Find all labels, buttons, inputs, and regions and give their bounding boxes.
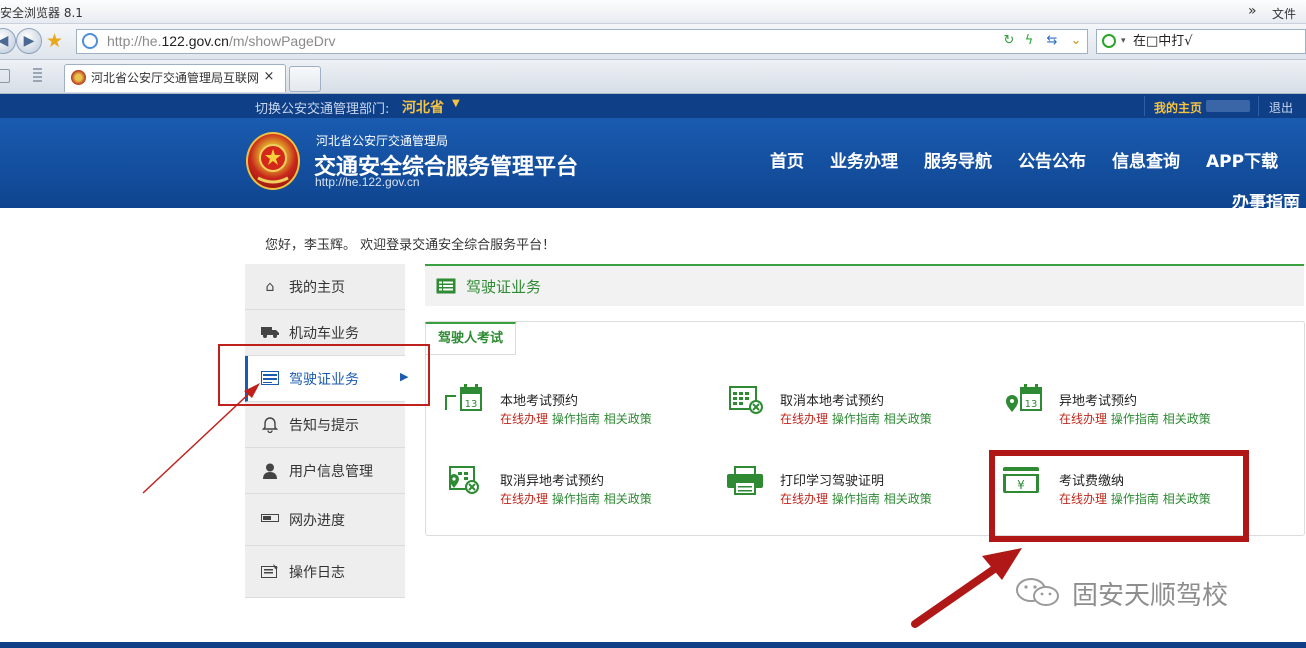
arrow-to-sidebar	[142, 383, 260, 494]
site-footer-bar	[0, 642, 1306, 648]
annotation-arrows	[142, 383, 1022, 628]
wechat-icon	[1014, 576, 1062, 608]
arrow-to-exam-fee	[911, 548, 1022, 628]
screenshot-root: 安全浏览器 8.1 » 文件 ◀ ▶ ★ http://he.122.gov.c…	[0, 0, 1306, 648]
watermark-text: 固安天顺驾校	[1072, 581, 1229, 611]
